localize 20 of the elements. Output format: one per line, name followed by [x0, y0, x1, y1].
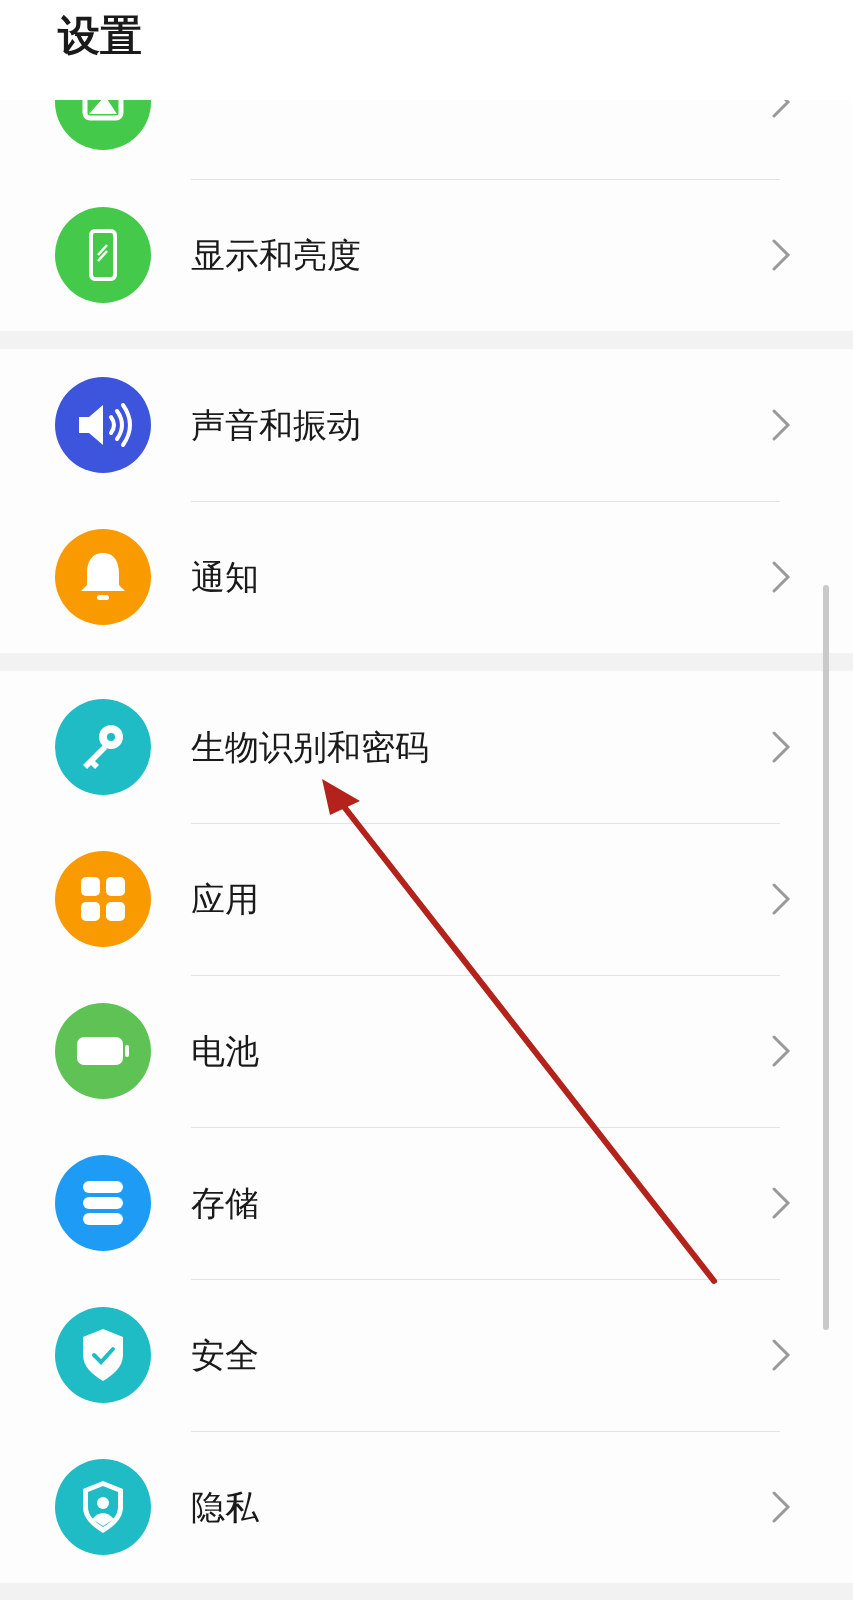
chevron-icon	[771, 1490, 791, 1524]
setting-label[interactable]: 存储	[191, 1177, 771, 1229]
setting-label[interactable]: 显示和亮度	[191, 229, 771, 281]
page-title: 设置	[58, 11, 142, 60]
setting-label[interactable]: 声音和振动	[191, 399, 771, 451]
setting-label[interactable]: 安全	[191, 1329, 771, 1381]
chevron-icon	[771, 730, 791, 764]
chevron-icon	[771, 1034, 791, 1068]
chevron-icon	[771, 1338, 791, 1372]
setting-label[interactable]: 电池	[191, 1025, 771, 1077]
chevron-icon	[771, 882, 791, 916]
chevron-icon	[771, 560, 791, 594]
chevron-icon	[771, 238, 791, 272]
setting-label[interactable]: 生物识别和密码	[191, 721, 771, 773]
setting-label[interactable]: 应用	[191, 873, 771, 925]
setting-label[interactable]: 隐私	[191, 1481, 771, 1533]
setting-label[interactable]: 通知	[191, 551, 771, 603]
chevron-icon	[771, 408, 791, 442]
chevron-icon	[771, 100, 791, 119]
chevron-icon	[771, 1186, 791, 1220]
